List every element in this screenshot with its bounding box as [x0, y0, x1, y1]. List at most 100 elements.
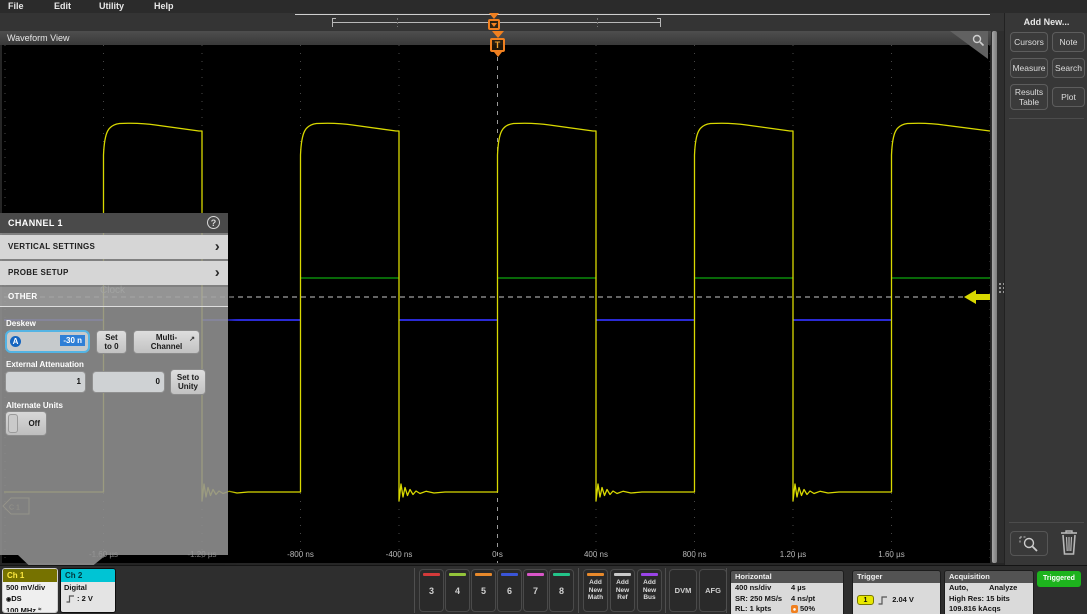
help-icon[interactable]: ?: [207, 216, 220, 229]
record-duration: 4 µs: [791, 583, 806, 594]
acq-stop-mode: Auto,: [949, 583, 968, 594]
scrollbar-track[interactable]: [992, 31, 997, 563]
trigger-flag: T: [490, 38, 505, 52]
attenuation-input-2[interactable]: 0: [92, 371, 165, 393]
channel-4-button[interactable]: 4: [445, 569, 470, 612]
trigger-level-arrow[interactable]: [964, 290, 990, 304]
ch2-badge-body: Digital : 2 V: [61, 582, 115, 613]
section-vertical-settings[interactable]: VERTICAL SETTINGS ›: [0, 235, 228, 259]
trigger-title: Trigger: [853, 571, 940, 583]
horizontal-panel[interactable]: Horizontal 400 ns/div4 µs SR: 250 MS/s4 …: [730, 570, 844, 614]
add-new-math-button[interactable]: Add New Math: [583, 569, 608, 612]
measure-button[interactable]: Measure: [1010, 58, 1048, 78]
channel-button-label: 8: [559, 586, 564, 596]
trigger-position-marker[interactable]: [488, 19, 500, 30]
section-other[interactable]: OTHER: [0, 287, 228, 307]
toggle-knob: [8, 414, 18, 433]
triggered-status-badge: Triggered: [1037, 571, 1081, 587]
dvm-label: DVM: [675, 586, 692, 595]
channel-8-button[interactable]: 8: [549, 569, 574, 612]
add-new-bus-button[interactable]: Add New Bus: [637, 569, 662, 612]
ch1-badge-name: Ch 1: [7, 571, 24, 580]
settings-bar: Ch 1 500 mV/div ◉DS 100 MHz ≈ Ch 2 Digit…: [0, 565, 1087, 614]
ch1-badge-body: 500 mV/div ◉DS 100 MHz ≈: [3, 582, 57, 613]
menu-item-edit[interactable]: Edit: [54, 1, 71, 11]
chevron-right-icon: ›: [215, 235, 220, 258]
rising-slope-icon: [878, 596, 888, 605]
acquisition-panel[interactable]: Acquisition Auto, Analyze High Res: 15 bi…: [944, 570, 1034, 614]
separator: [665, 568, 666, 613]
time-per-div: 400 ns/div: [735, 583, 771, 594]
add-button-label: Add New Bus: [643, 579, 656, 602]
channel-6-button[interactable]: 6: [497, 569, 522, 612]
trigger-arrow-icon: [492, 31, 504, 38]
channel-7-button[interactable]: 7: [523, 569, 548, 612]
dvm-button[interactable]: DVM: [669, 569, 697, 612]
waveform-view-title: Waveform View: [7, 33, 70, 43]
menu-bar: File Edit Utility Help: [0, 0, 1087, 13]
section-label: PROBE SETUP: [8, 268, 69, 277]
afg-button[interactable]: AFG: [699, 569, 727, 612]
results-table-button[interactable]: Results Table: [1010, 84, 1048, 110]
slope-icon: [66, 595, 75, 603]
channel-button-label: 6: [507, 586, 512, 596]
acquisition-overview-ruler[interactable]: [0, 13, 1004, 31]
section-probe-setup[interactable]: PROBE SETUP ›: [0, 261, 228, 285]
alternate-units-toggle[interactable]: Off: [5, 411, 47, 436]
vertical-scrollbar[interactable]: [991, 31, 1004, 563]
ch2-badge-header: Ch 2: [61, 569, 115, 582]
add-new-panel: Add New... Cursors Note Measure Search R…: [1004, 13, 1087, 614]
expansion-point-icon: [791, 605, 798, 613]
separator: [578, 568, 579, 613]
set-to-zero-button[interactable]: Set to 0: [96, 330, 127, 354]
acquisition-title: Acquisition: [945, 571, 1033, 583]
position-percent: 50%: [800, 604, 815, 613]
trash-button[interactable]: [1055, 527, 1083, 557]
channel-3-button[interactable]: 3: [419, 569, 444, 612]
toggle-state: Off: [28, 412, 40, 435]
note-button[interactable]: Note: [1052, 32, 1085, 52]
time-axis-label: 800 ns: [665, 550, 725, 559]
add-button-label: Add New Math: [588, 579, 603, 602]
trigger-time-marker[interactable]: T: [487, 31, 508, 57]
section-label: OTHER: [8, 292, 38, 301]
time-axis-label: 0 s: [468, 550, 528, 559]
ch1-badge-header: Ch 1: [3, 569, 57, 582]
add-new-ref-button[interactable]: Add New Ref: [610, 569, 635, 612]
menu-item-utility[interactable]: Utility: [99, 1, 124, 11]
search-button[interactable]: Search: [1052, 58, 1085, 78]
attenuation-input-1[interactable]: 1: [5, 371, 86, 393]
trigger-panel[interactable]: Trigger 1 2.04 V: [852, 570, 941, 614]
zoom-mode-button[interactable]: [1010, 531, 1048, 556]
zoom-box-icon: [1018, 535, 1040, 553]
plot-button[interactable]: Plot: [1052, 87, 1085, 107]
multi-channel-button[interactable]: Multi- Channel ↗: [133, 330, 200, 354]
alternate-units-label: Alternate Units: [6, 401, 63, 410]
panel-divider: [1009, 522, 1084, 523]
acq-resolution: High Res: 15 bits: [949, 594, 1010, 605]
record-length: RL: 1 kpts: [735, 604, 771, 614]
acq-count: 109.816 kAcqs: [949, 604, 1001, 614]
chevron-right-icon: ›: [215, 261, 220, 284]
channel-1-panel: CHANNEL 1 ? VERTICAL SETTINGS › PROBE SE…: [0, 213, 228, 555]
ch1-badge[interactable]: Ch 1 500 mV/div ◉DS 100 MHz ≈: [2, 568, 58, 613]
ch2-badge[interactable]: Ch 2 Digital : 2 V: [60, 568, 116, 613]
cursors-button[interactable]: Cursors: [1010, 32, 1048, 52]
acq-mode: Analyze: [989, 583, 1017, 594]
separator: [414, 568, 415, 613]
trigger-source-badge: 1: [857, 595, 874, 605]
window-tick: [597, 18, 598, 27]
set-to-unity-button[interactable]: Set to Unity: [170, 369, 206, 395]
ch1-bandwidth: 100 MHz: [6, 606, 36, 613]
bandwidth-icon: ≈: [38, 607, 41, 613]
channel-button-label: 5: [481, 586, 486, 596]
time-per-point: 4 ns/pt: [791, 594, 815, 605]
menu-item-file[interactable]: File: [8, 1, 24, 11]
time-axis-label: 1.20 µs: [763, 550, 823, 559]
deskew-input[interactable]: A -30 n: [5, 330, 90, 353]
horizontal-title: Horizontal: [731, 571, 843, 583]
channel-5-button[interactable]: 5: [471, 569, 496, 612]
trigger-level-value: 2.04 V: [892, 595, 914, 604]
ch2-mode: Digital: [64, 583, 87, 592]
menu-item-help[interactable]: Help: [154, 1, 174, 11]
